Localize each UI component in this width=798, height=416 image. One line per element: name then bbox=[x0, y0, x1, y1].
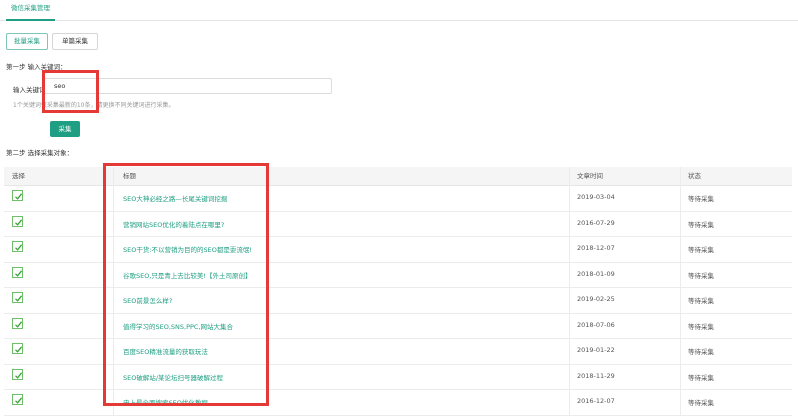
batch-collect-button[interactable]: 批量采集 bbox=[6, 33, 48, 50]
table-row: 百度SEO精准流量的获取玩法 2019-01-22 等待采集 bbox=[4, 338, 792, 365]
row-status: 等待采集 bbox=[688, 195, 714, 203]
articles-table: 选择 标题 文章时间 状态 SEO大神必经之路—长尾关键词挖掘 2019-03-0… bbox=[4, 167, 792, 416]
table-row: SEO破解站/某论坛扫号器破解过程 2018-11-29 等待采集 bbox=[4, 364, 792, 390]
row-status: 等待采集 bbox=[688, 373, 714, 382]
tab-bar: 微信采集管理 bbox=[0, 0, 798, 21]
row-date: 2018-12-07 bbox=[577, 244, 615, 252]
tab-wechat-collect[interactable]: 微信采集管理 bbox=[6, 0, 55, 21]
row-date: 2016-07-29 bbox=[577, 218, 615, 227]
row-date: 2018-11-29 bbox=[577, 371, 615, 380]
header-title: 标题 bbox=[123, 172, 136, 180]
table-row: SEO干货:不以营销为目的的SEO都是耍流氓! 2018-12-07 等待采集 bbox=[4, 236, 792, 263]
row-title-link[interactable]: SEO大神必经之路—长尾关键词挖掘 bbox=[123, 193, 227, 203]
row-date: 2018-01-09 bbox=[577, 269, 615, 278]
row-date: 2019-02-25 bbox=[577, 295, 615, 303]
row-status: 等待采集 bbox=[688, 271, 714, 280]
row-status: 等待采集 bbox=[688, 399, 714, 407]
row-title-link[interactable]: 谷歌SEO,只是青上去比较美!【外土司原创】 bbox=[123, 270, 252, 280]
row-status: 等待采集 bbox=[688, 297, 714, 305]
row-title-link[interactable]: SEO干货:不以营销为目的的SEO都是耍流氓! bbox=[123, 244, 252, 254]
table-row: 史上最全面搜索SEO优化教程 2016-12-07 等待采集 bbox=[4, 389, 792, 416]
checkmark-icon bbox=[15, 244, 23, 251]
keyword-input[interactable]: seo bbox=[44, 78, 332, 94]
checkmark-icon bbox=[15, 371, 23, 379]
table-row: 谷歌SEO,只是青上去比较美!【外土司原创】 2018-01-09 等待采集 bbox=[4, 262, 792, 288]
single-collect-button[interactable]: 单篇采集 bbox=[52, 33, 98, 50]
checkmark-icon bbox=[15, 320, 23, 328]
row-status: 等待采集 bbox=[688, 246, 714, 254]
row-title-link[interactable]: 营销网站SEO优化的着陆点在哪里? bbox=[123, 219, 224, 229]
row-title-link[interactable]: SEO破解站/某论坛扫号器破解过程 bbox=[123, 372, 223, 382]
row-checkbox[interactable] bbox=[12, 394, 23, 405]
row-status: 等待采集 bbox=[688, 348, 714, 356]
checkmark-icon bbox=[15, 193, 23, 200]
row-checkbox[interactable] bbox=[12, 215, 23, 227]
row-title-link[interactable]: SEO前景怎么样? bbox=[123, 295, 172, 305]
row-checkbox[interactable] bbox=[12, 241, 23, 252]
table-row: SEO大神必经之路—长尾关键词挖掘 2019-03-04 等待采集 bbox=[4, 185, 792, 212]
step2-title: 第二步 选择采集对象： bbox=[6, 149, 74, 157]
row-title-link[interactable]: 史上最全面搜索SEO优化教程 bbox=[123, 397, 208, 407]
header-select: 选择 bbox=[12, 172, 25, 180]
row-title-link[interactable]: 值得学习的SEO,SNS,PPC,网站大集合 bbox=[123, 321, 233, 331]
checkmark-icon bbox=[15, 295, 23, 302]
row-checkbox[interactable] bbox=[12, 190, 23, 201]
collect-button[interactable]: 采集 bbox=[50, 121, 80, 137]
table-row: 营销网站SEO优化的着陆点在哪里? 2016-07-29 等待采集 bbox=[4, 211, 792, 237]
row-date: 2018-07-06 bbox=[577, 320, 615, 329]
row-checkbox[interactable] bbox=[12, 343, 23, 354]
header-time: 文章时间 bbox=[577, 172, 603, 180]
column-divider bbox=[569, 167, 570, 415]
row-date: 2019-01-22 bbox=[577, 346, 615, 354]
column-divider bbox=[113, 167, 114, 415]
row-date: 2016-12-07 bbox=[577, 397, 615, 405]
row-title-link[interactable]: 百度SEO精准流量的获取玩法 bbox=[123, 346, 208, 356]
step1-title: 第一步 输入关键词： bbox=[6, 63, 67, 71]
row-status: 等待采集 bbox=[688, 322, 714, 331]
checkmark-icon bbox=[15, 397, 23, 404]
table-row: 值得学习的SEO,SNS,PPC,网站大集合 2018-07-06 等待采集 bbox=[4, 313, 792, 339]
header-status: 状态 bbox=[688, 172, 701, 180]
row-checkbox[interactable] bbox=[12, 266, 23, 278]
row-status: 等待采集 bbox=[688, 220, 714, 229]
row-date: 2019-03-04 bbox=[577, 193, 615, 201]
table-header: 选择 标题 文章时间 状态 bbox=[4, 167, 792, 186]
column-divider bbox=[680, 167, 681, 415]
table-row: SEO前景怎么样? 2019-02-25 等待采集 bbox=[4, 287, 792, 314]
keyword-label: 输入关键词 bbox=[13, 86, 46, 94]
checkmark-icon bbox=[15, 269, 23, 277]
row-checkbox[interactable] bbox=[12, 317, 23, 329]
checkmark-icon bbox=[15, 218, 23, 226]
keyword-hint: 1个关键词仅采集最新的10条，请更换不同关键词进行采集。 bbox=[13, 102, 175, 109]
row-checkbox[interactable] bbox=[12, 292, 23, 303]
checkmark-icon bbox=[15, 346, 23, 353]
row-checkbox[interactable] bbox=[12, 368, 23, 380]
